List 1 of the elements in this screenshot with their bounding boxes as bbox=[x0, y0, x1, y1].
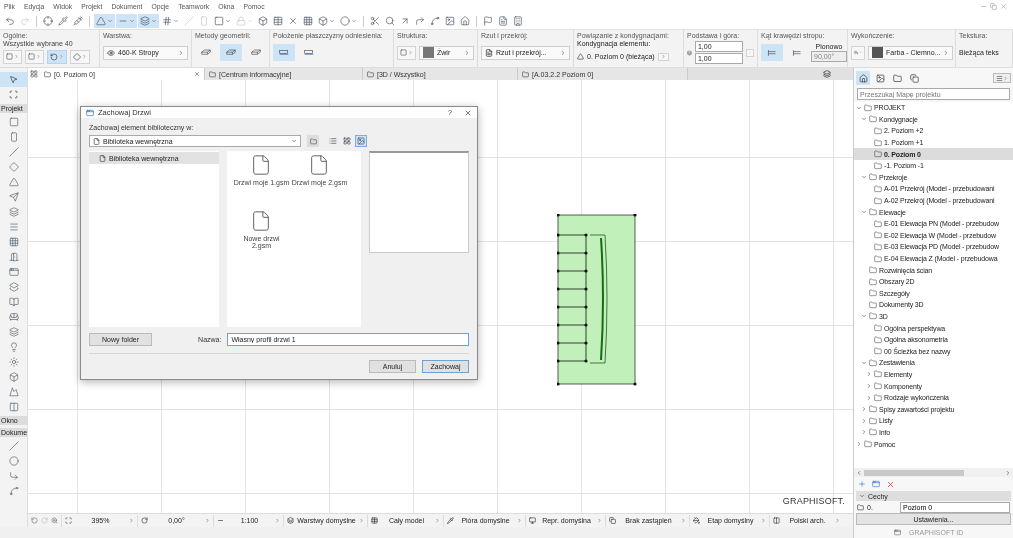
brand-logo: GRAPHISOFT. bbox=[782, 496, 845, 506]
